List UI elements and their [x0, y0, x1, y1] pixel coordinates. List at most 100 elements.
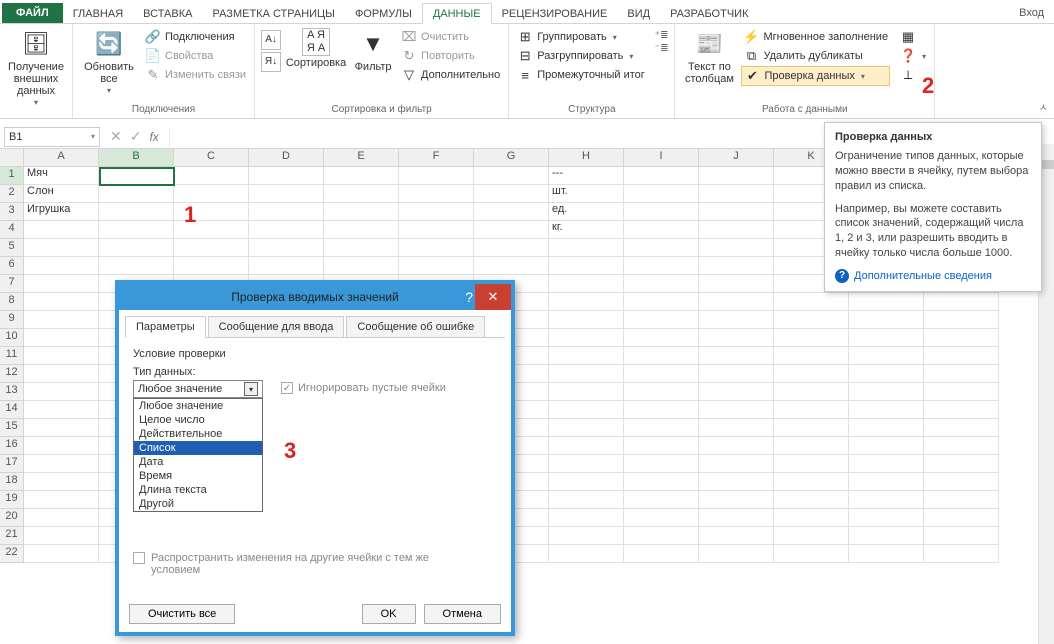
cancel-formula-icon[interactable]: ✕: [110, 128, 122, 145]
cell-F3[interactable]: [399, 203, 474, 221]
cell-K22[interactable]: [774, 545, 849, 563]
cell-C1[interactable]: [174, 167, 249, 185]
cell-I14[interactable]: [624, 401, 699, 419]
type-option[interactable]: Длина текста: [134, 483, 262, 497]
tab-data[interactable]: ДАННЫЕ: [422, 3, 492, 24]
cell-H18[interactable]: [549, 473, 624, 491]
clear-all-button[interactable]: Очистить все: [129, 604, 235, 624]
row-header-20[interactable]: 20: [0, 509, 24, 527]
cell-I9[interactable]: [624, 311, 699, 329]
cell-J1[interactable]: [699, 167, 774, 185]
row-header-12[interactable]: 12: [0, 365, 24, 383]
cell-E3[interactable]: [324, 203, 399, 221]
cell-H17[interactable]: [549, 455, 624, 473]
cell-B4[interactable]: [99, 221, 174, 239]
cell-J3[interactable]: [699, 203, 774, 221]
row-header-8[interactable]: 8: [0, 293, 24, 311]
cell-I3[interactable]: [624, 203, 699, 221]
cell-K19[interactable]: [774, 491, 849, 509]
cell-F2[interactable]: [399, 185, 474, 203]
cell-G1[interactable]: [474, 167, 549, 185]
cell-L14[interactable]: [849, 401, 924, 419]
edit-links-button[interactable]: ✎Изменить связи: [143, 66, 248, 84]
cell-K18[interactable]: [774, 473, 849, 491]
properties-button[interactable]: 📄Свойства: [143, 47, 248, 65]
cell-M14[interactable]: [924, 401, 999, 419]
whatif-button[interactable]: ❓: [898, 47, 928, 65]
cell-G6[interactable]: [474, 257, 549, 275]
cell-C2[interactable]: [174, 185, 249, 203]
cell-L16[interactable]: [849, 437, 924, 455]
type-select[interactable]: Любое значение ▾: [133, 380, 263, 398]
tab-insert[interactable]: ВСТАВКА: [133, 4, 202, 23]
cell-H15[interactable]: [549, 419, 624, 437]
tab-home[interactable]: ГЛАВНАЯ: [63, 4, 133, 23]
cell-C5[interactable]: [174, 239, 249, 257]
subtotal-button[interactable]: ≡Промежуточный итог: [515, 66, 647, 84]
cell-I4[interactable]: [624, 221, 699, 239]
cell-K14[interactable]: [774, 401, 849, 419]
cell-I5[interactable]: [624, 239, 699, 257]
cell-L11[interactable]: [849, 347, 924, 365]
col-header-A[interactable]: A: [24, 149, 99, 167]
cell-A4[interactable]: [24, 221, 99, 239]
cell-A21[interactable]: [24, 527, 99, 545]
cell-J2[interactable]: [699, 185, 774, 203]
cell-D1[interactable]: [249, 167, 324, 185]
cell-K9[interactable]: [774, 311, 849, 329]
row-header-9[interactable]: 9: [0, 311, 24, 329]
cell-H21[interactable]: [549, 527, 624, 545]
cell-M15[interactable]: [924, 419, 999, 437]
type-option[interactable]: Список: [134, 441, 262, 455]
cell-B5[interactable]: [99, 239, 174, 257]
cell-D5[interactable]: [249, 239, 324, 257]
cell-B2[interactable]: [99, 185, 174, 203]
cell-E6[interactable]: [324, 257, 399, 275]
remove-duplicates-button[interactable]: ⧉Удалить дубликаты: [741, 47, 890, 65]
cell-J12[interactable]: [699, 365, 774, 383]
col-header-B[interactable]: B: [99, 149, 174, 167]
col-header-E[interactable]: E: [324, 149, 399, 167]
cell-H4[interactable]: кг.: [549, 221, 624, 239]
sign-in-link[interactable]: Вход: [1009, 3, 1054, 23]
cell-I13[interactable]: [624, 383, 699, 401]
cell-I2[interactable]: [624, 185, 699, 203]
cell-L18[interactable]: [849, 473, 924, 491]
cell-J6[interactable]: [699, 257, 774, 275]
cell-M19[interactable]: [924, 491, 999, 509]
cell-J16[interactable]: [699, 437, 774, 455]
cell-M13[interactable]: [924, 383, 999, 401]
cell-I8[interactable]: [624, 293, 699, 311]
cell-F6[interactable]: [399, 257, 474, 275]
cell-A10[interactable]: [24, 329, 99, 347]
cell-H11[interactable]: [549, 347, 624, 365]
enter-formula-icon[interactable]: ✓: [130, 128, 142, 145]
text-to-columns-button[interactable]: 📰 Текст по столбцам: [681, 26, 737, 87]
cell-J11[interactable]: [699, 347, 774, 365]
dlg-tab-input-msg[interactable]: Сообщение для ввода: [208, 316, 345, 337]
cell-A3[interactable]: Игрушка: [24, 203, 99, 221]
cell-L8[interactable]: [849, 293, 924, 311]
cell-H19[interactable]: [549, 491, 624, 509]
ignore-blank-checkbox[interactable]: ✓: [281, 382, 293, 394]
row-header-13[interactable]: 13: [0, 383, 24, 401]
row-header-7[interactable]: 7: [0, 275, 24, 293]
row-header-19[interactable]: 19: [0, 491, 24, 509]
select-all-corner[interactable]: [0, 149, 24, 167]
cell-C4[interactable]: [174, 221, 249, 239]
row-header-16[interactable]: 16: [0, 437, 24, 455]
cell-J20[interactable]: [699, 509, 774, 527]
tab-view[interactable]: ВИД: [617, 4, 660, 23]
group-button[interactable]: ⊞Группировать: [515, 28, 647, 46]
relationships-button[interactable]: ⟂: [898, 66, 928, 84]
cell-L22[interactable]: [849, 545, 924, 563]
sort-desc-icon[interactable]: Я↓: [261, 52, 281, 72]
cell-H12[interactable]: [549, 365, 624, 383]
cell-H10[interactable]: [549, 329, 624, 347]
ok-button[interactable]: OK: [362, 604, 416, 624]
cell-I11[interactable]: [624, 347, 699, 365]
cell-H20[interactable]: [549, 509, 624, 527]
cell-J14[interactable]: [699, 401, 774, 419]
row-header-5[interactable]: 5: [0, 239, 24, 257]
cell-J19[interactable]: [699, 491, 774, 509]
